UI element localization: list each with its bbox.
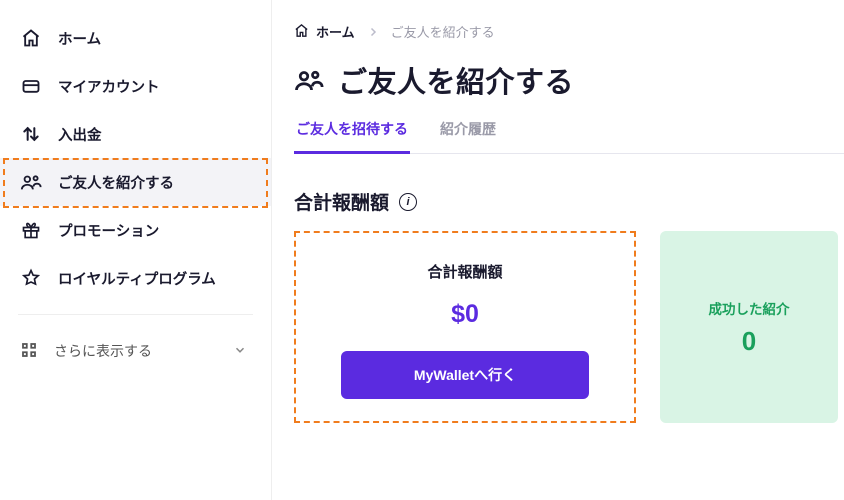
sidebar-item-label: 入出金 — [58, 124, 102, 145]
sidebar-divider — [18, 314, 253, 315]
transfer-icon — [20, 123, 42, 145]
sidebar-item-label: ロイヤルティプログラム — [58, 268, 216, 289]
sidebar-item-promotion[interactable]: プロモーション — [0, 206, 271, 254]
tabs: ご友人を招待する 紹介履歴 — [294, 119, 844, 154]
people-icon — [20, 171, 42, 193]
sidebar-item-label: ホーム — [58, 28, 101, 49]
home-icon — [20, 27, 42, 49]
success-label: 成功した紹介 — [709, 298, 790, 318]
sidebar: ホーム マイアカウント 入出金 ご友人を紹介する プロモーション ロイヤルティプ… — [0, 0, 272, 500]
sidebar-item-label: プロモーション — [58, 220, 159, 241]
star-icon — [20, 267, 42, 289]
grid-icon — [20, 341, 38, 362]
breadcrumb-home[interactable]: ホーム — [294, 22, 355, 41]
page-title: ご友人を紹介する — [338, 59, 574, 101]
sidebar-item-home[interactable]: ホーム — [0, 14, 271, 62]
tab-invite[interactable]: ご友人を招待する — [294, 119, 410, 153]
breadcrumb-home-label: ホーム — [316, 22, 355, 41]
sidebar-item-label: マイアカウント — [58, 76, 160, 97]
reward-amount: $0 — [451, 300, 479, 329]
show-more-label: さらに表示する — [54, 341, 152, 361]
reward-card-title: 合計報酬額 — [427, 261, 502, 282]
success-count: 0 — [742, 326, 756, 357]
sidebar-item-loyalty[interactable]: ロイヤルティプログラム — [0, 254, 271, 302]
breadcrumb-current: ご友人を紹介する — [391, 22, 495, 41]
cards-row: 合計報酬額 $0 MyWalletへ行く 成功した紹介 0 — [294, 231, 844, 423]
chevron-right-icon — [367, 26, 379, 38]
people-icon — [294, 65, 324, 95]
main-content: ホーム ご友人を紹介する ご友人を紹介する ご友人を招待する 紹介履歴 合計報酬… — [272, 0, 844, 500]
gift-icon — [20, 219, 42, 241]
sidebar-show-more[interactable]: さらに表示する — [0, 327, 271, 375]
page-title-row: ご友人を紹介する — [294, 59, 844, 101]
info-icon[interactable]: i — [399, 193, 417, 211]
section-title: 合計報酬額 — [294, 188, 389, 215]
total-reward-card: 合計報酬額 $0 MyWalletへ行く — [294, 231, 636, 423]
go-to-wallet-button[interactable]: MyWalletへ行く — [341, 351, 589, 399]
chevron-down-icon — [233, 343, 247, 360]
sidebar-item-refer[interactable]: ご友人を紹介する — [0, 158, 271, 206]
breadcrumb: ホーム ご友人を紹介する — [294, 22, 844, 41]
sidebar-item-account[interactable]: マイアカウント — [0, 62, 271, 110]
tab-history[interactable]: 紹介履歴 — [438, 119, 498, 153]
sidebar-item-label: ご友人を紹介する — [58, 172, 174, 193]
home-icon — [294, 23, 309, 41]
sidebar-item-deposit[interactable]: 入出金 — [0, 110, 271, 158]
card-icon — [20, 75, 42, 97]
successful-referrals-card: 成功した紹介 0 — [660, 231, 838, 423]
section-header: 合計報酬額 i — [294, 188, 844, 215]
